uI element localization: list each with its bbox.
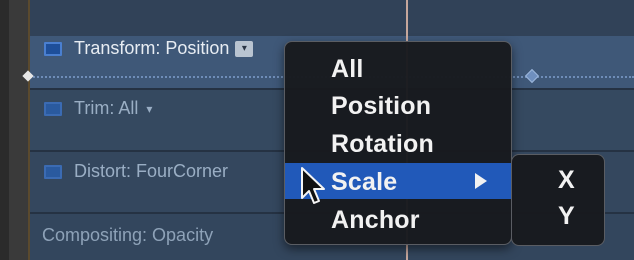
transform-dropdown-icon[interactable]: ▾ <box>235 40 254 57</box>
trim-track-label[interactable]: Trim: All ▾ <box>44 98 152 119</box>
submenu-arrow-icon <box>475 173 487 189</box>
compositing-track-label[interactable]: Compositing: Opacity <box>42 225 213 246</box>
distort-label-text: Distort: FourCorner <box>74 161 229 181</box>
submenu-item-y[interactable]: Y <box>512 199 604 233</box>
distort-track-label[interactable]: Distort: FourCorner <box>44 161 228 182</box>
menu-item-anchor[interactable]: Anchor <box>285 201 511 237</box>
transform-label-text: Transform: Position <box>74 38 230 58</box>
compositing-label-text: Compositing: Opacity <box>42 225 214 245</box>
menu-item-rotation[interactable]: Rotation <box>285 125 511 161</box>
left-gutter <box>9 0 30 260</box>
left-edge-bar <box>0 0 9 260</box>
transform-enable-checkbox[interactable] <box>44 41 62 56</box>
menu-item-all[interactable]: All <box>285 50 511 86</box>
trim-dropdown-icon[interactable]: ▾ <box>146 102 152 116</box>
mouse-pointer-icon <box>301 167 325 204</box>
trim-label-text: Trim: All <box>74 98 139 118</box>
menu-item-position[interactable]: Position <box>285 87 511 123</box>
distort-enable-checkbox[interactable] <box>44 164 62 179</box>
submenu-item-x[interactable]: X <box>512 163 604 197</box>
parameter-popup-menu: All Position Rotation Scale Anchor <box>284 41 512 245</box>
timeline-editor: Transform: Position ▾ Trim: All ▾ Distor… <box>0 0 634 260</box>
scale-submenu: X Y <box>511 154 605 246</box>
track-row-top <box>30 0 634 36</box>
trim-enable-checkbox[interactable] <box>44 101 62 116</box>
transform-track-label[interactable]: Transform: Position ▾ <box>44 38 254 59</box>
